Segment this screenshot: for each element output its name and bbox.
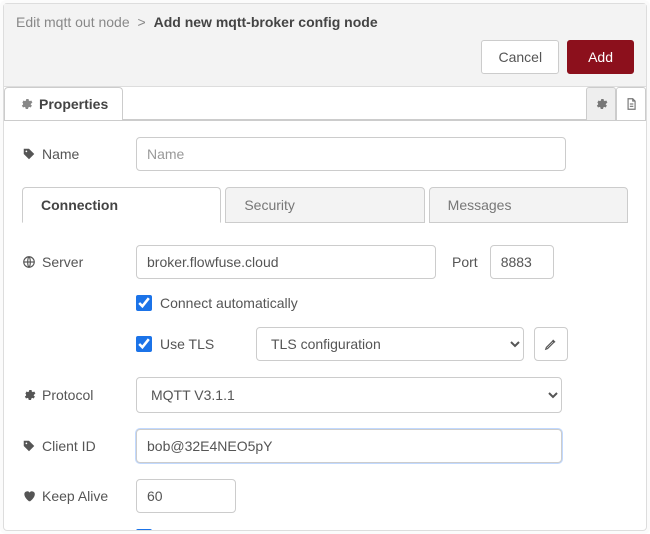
connect-auto-checkbox-wrap[interactable]: Connect automatically [136, 295, 298, 311]
connect-auto-label: Connect automatically [160, 295, 298, 311]
tls-config-select[interactable]: TLS configuration [256, 327, 524, 361]
tls-edit-button[interactable] [534, 327, 568, 361]
label-protocol-text: Protocol [42, 387, 93, 403]
row-connect-auto: Connect automatically [22, 295, 628, 311]
row-clientid: Client ID [22, 429, 628, 463]
tag-icon [22, 439, 36, 453]
label-name-text: Name [42, 146, 79, 162]
use-tls-label: Use TLS [160, 336, 214, 352]
cancel-button[interactable]: Cancel [481, 40, 559, 74]
header-actions: Cancel Add [16, 40, 634, 74]
node-docs-button[interactable] [616, 87, 646, 120]
label-keepalive: Keep Alive [22, 488, 126, 504]
tab-properties[interactable]: Properties [4, 87, 123, 120]
label-port: Port [452, 254, 478, 270]
label-name: Name [22, 146, 126, 162]
connection-subtabs: Connection Security Messages [22, 187, 628, 223]
tag-icon [22, 147, 36, 161]
add-button[interactable]: Add [567, 40, 634, 74]
tab-properties-label: Properties [39, 96, 108, 112]
subtab-messages[interactable]: Messages [429, 187, 628, 223]
clientid-input[interactable] [136, 429, 562, 463]
label-session: Session [22, 529, 126, 530]
pencil-icon [544, 337, 558, 351]
row-tls: Use TLS TLS configuration [22, 327, 628, 361]
gear-icon [22, 388, 36, 402]
port-input[interactable] [490, 245, 554, 279]
document-icon [624, 97, 638, 111]
node-settings-button[interactable] [586, 87, 616, 120]
subtab-connection[interactable]: Connection [22, 187, 221, 223]
subtab-security[interactable]: Security [225, 187, 424, 223]
row-protocol: Protocol MQTT V3.1.1 [22, 377, 628, 413]
row-keepalive: Keep Alive [22, 479, 628, 513]
dialog-header: Edit mqtt out node > Add new mqtt-broker… [4, 4, 646, 87]
use-tls-checkbox[interactable] [136, 336, 152, 352]
label-session-text: Session [42, 529, 92, 530]
properties-panel: Name Connection Security Messages Server… [4, 121, 646, 530]
label-server: Server [22, 254, 126, 270]
clean-session-label: Use clean session [160, 529, 274, 530]
name-input[interactable] [136, 137, 566, 171]
breadcrumb-current: Add new mqtt-broker config node [154, 14, 378, 30]
label-clientid-text: Client ID [42, 438, 96, 454]
row-name: Name [22, 137, 628, 171]
clean-session-checkbox-wrap[interactable]: Use clean session [136, 529, 274, 530]
protocol-select[interactable]: MQTT V3.1.1 [136, 377, 562, 413]
clean-session-checkbox[interactable] [136, 529, 152, 530]
label-keepalive-text: Keep Alive [42, 488, 108, 504]
breadcrumb-parent[interactable]: Edit mqtt out node [16, 14, 130, 30]
row-server: Server Port [22, 245, 628, 279]
gear-icon [19, 97, 33, 111]
label-clientid: Client ID [22, 438, 126, 454]
keepalive-input[interactable] [136, 479, 236, 513]
connect-auto-checkbox[interactable] [136, 295, 152, 311]
row-session: Session Use clean session [22, 529, 628, 530]
breadcrumb: Edit mqtt out node > Add new mqtt-broker… [16, 12, 634, 30]
heartbeat-icon [22, 489, 36, 503]
label-protocol: Protocol [22, 387, 126, 403]
label-server-text: Server [42, 254, 83, 270]
gear-icon [594, 97, 608, 111]
breadcrumb-separator: > [138, 14, 146, 30]
server-input[interactable] [136, 245, 436, 279]
main-tabs: Properties [4, 87, 646, 121]
use-tls-checkbox-wrap[interactable]: Use TLS [136, 336, 246, 352]
globe-icon [22, 255, 36, 269]
